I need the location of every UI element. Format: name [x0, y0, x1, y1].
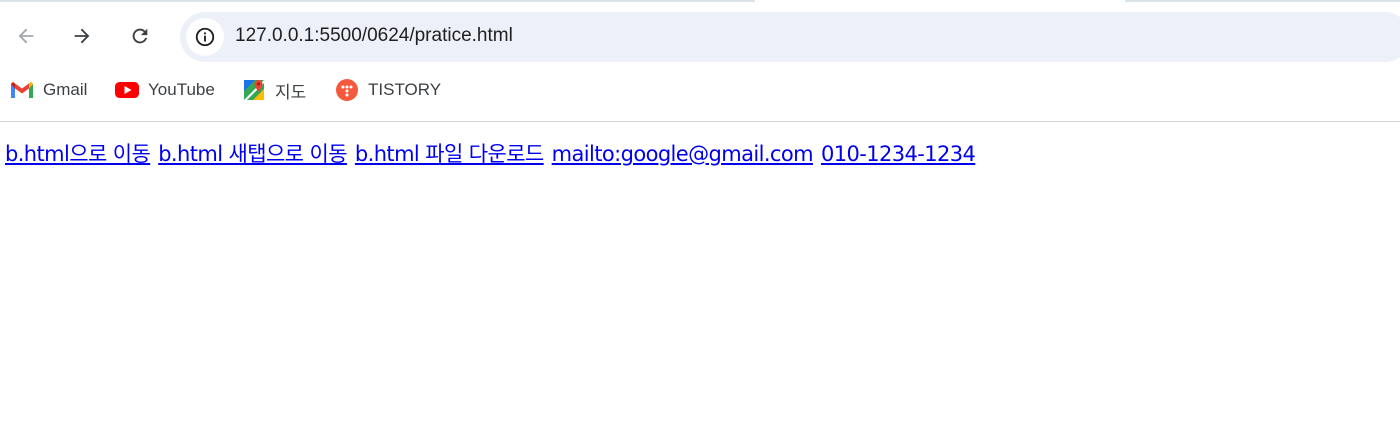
bookmark-tistory[interactable]: TISTORY	[335, 76, 441, 104]
url-text[interactable]: 127.0.0.1:5500/0624/pratice.html	[235, 25, 513, 47]
link-b-html-new-tab[interactable]: b.html 새탭으로 이동	[158, 142, 347, 166]
bookmark-label: Gmail	[43, 80, 88, 99]
youtube-icon	[115, 78, 139, 102]
bookmark-label: YouTube	[148, 80, 215, 99]
site-info-button[interactable]	[186, 18, 224, 56]
bookmark-label: 지도	[275, 82, 307, 102]
link-list: b.html으로 이동 b.html 새탭으로 이동 b.html 파일 다운로드 m…	[5, 138, 976, 168]
arrow-right-icon	[74, 28, 90, 44]
browser-toolbar: 127.0.0.1:5500/0624/pratice.html	[0, 2, 1400, 68]
google-maps-icon	[242, 78, 266, 102]
tistory-icon	[335, 78, 359, 102]
gmail-icon	[10, 78, 34, 102]
bookmarks-bar: Gmail YouTube 지도 TISTORY	[0, 70, 1400, 110]
info-circle-icon	[195, 27, 215, 47]
reload-button[interactable]	[122, 18, 158, 54]
forward-button[interactable]	[64, 18, 100, 54]
address-bar[interactable]: 127.0.0.1:5500/0624/pratice.html	[180, 12, 1400, 62]
bookmark-gmail[interactable]: Gmail	[10, 76, 87, 104]
back-button[interactable]	[8, 18, 44, 54]
arrow-left-icon	[18, 28, 34, 44]
bookmark-maps[interactable]: 지도	[242, 76, 306, 104]
link-phone[interactable]: 010-1234-1234	[821, 142, 976, 166]
reload-icon	[132, 28, 148, 44]
link-mailto[interactable]: mailto:google@gmail.com	[552, 142, 814, 166]
page-content: b.html으로 이동 b.html 새탭으로 이동 b.html 파일 다운로드 m…	[0, 122, 1400, 423]
link-b-html[interactable]: b.html으로 이동	[5, 142, 151, 166]
bookmark-youtube[interactable]: YouTube	[115, 76, 215, 104]
bookmark-label: TISTORY	[368, 80, 442, 99]
link-b-html-download[interactable]: b.html 파일 다운로드	[355, 142, 544, 166]
